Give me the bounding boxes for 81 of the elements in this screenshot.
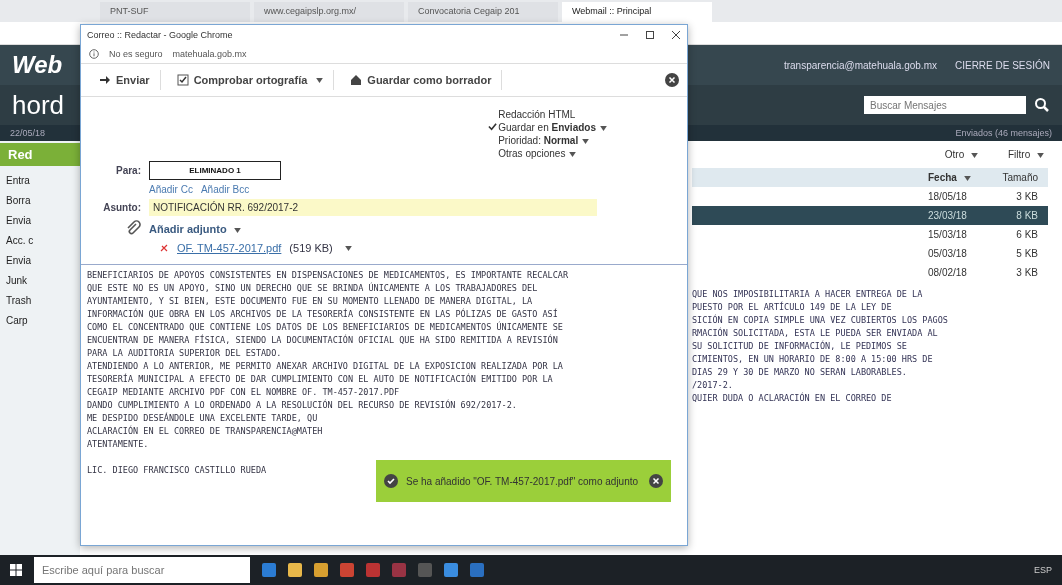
browser-tab[interactable]: Webmail :: Principal: [562, 2, 712, 22]
preview-line: SU SOLICITUD DE INFORMACIÓN, LE PEDIMOS SE: [692, 340, 908, 353]
preview-line: RMACIÓN SOLICITADA, ESTA LE PUEDA SER ENVIADA AL: [692, 327, 939, 340]
add-cc-link[interactable]: Añadir Cc: [149, 184, 193, 195]
add-attachment-link[interactable]: Añadir adjunto: [149, 223, 241, 235]
message-row[interactable]: 18/05/18 3 KB: [692, 187, 1048, 206]
search-field[interactable]: Buscar Mensajes: [864, 96, 1026, 114]
taskbar-search-field[interactable]: Escribe aquí para buscar: [34, 557, 250, 583]
close-icon[interactable]: [671, 30, 681, 40]
url-text: matehuala.gob.mx: [172, 49, 247, 59]
message-row[interactable]: 23/03/18 8 KB: [692, 206, 1048, 225]
preview-line: SICIÓN EN COPIA SIMPLE UNA VEZ CUBIERTOS LOS PAGOS: [692, 314, 949, 327]
add-bcc-link[interactable]: Añadir Bcc: [200, 184, 250, 195]
preview-line: PUESTO POR EL ARTÍCULO 149 DE LA LEY DE: [692, 301, 893, 314]
field-label: Asunto:: [102, 202, 141, 213]
info-icon[interactable]: [89, 49, 99, 59]
folder-item[interactable]: Junk: [0, 275, 80, 286]
paperclip-icon: [125, 220, 141, 236]
windows-icon[interactable]: [10, 564, 22, 576]
column-heading[interactable]: Tamaño: [998, 172, 1038, 183]
list-menu[interactable]: Filtro: [1008, 149, 1044, 160]
preview-line: QUE NOS IMPOSIBILITARIA A HACER ENTREGA DE LA: [692, 288, 924, 301]
preview-line: /2017-2.: [692, 379, 734, 392]
brand-logo: hord: [12, 89, 65, 121]
attachment-link[interactable]: OF. TM-457-2017.pdf: [177, 242, 282, 254]
browser-tab[interactable]: PNT-SUF: [100, 2, 250, 22]
folder-item[interactable]: Envia: [0, 255, 80, 266]
message-row[interactable]: 08/02/18 3 KB: [692, 263, 1048, 282]
caret-icon: [233, 227, 241, 233]
language-indicator[interactable]: ESP: [1034, 565, 1052, 575]
check-icon: [384, 474, 398, 488]
security-label[interactable]: No es seguro: [109, 49, 163, 59]
compose-option[interactable]: Redacción HTML: [488, 109, 607, 120]
maximize-icon[interactable]: [645, 30, 655, 40]
caret-icon: [1037, 152, 1044, 158]
close-icon[interactable]: [665, 73, 679, 87]
caret-icon: [316, 77, 324, 83]
folder-item[interactable]: Trash: [0, 295, 80, 306]
checkbox-icon: [176, 74, 189, 86]
message-row[interactable]: 05/03/18 5 KB: [692, 244, 1048, 263]
arrow-icon: [99, 74, 111, 86]
field-label: Para:: [115, 165, 141, 176]
taskbar-app-icon[interactable]: [470, 563, 484, 577]
preview-line: DIAS 29 Y 30 DE MARZO NO SERAN LABORABLES.: [692, 366, 908, 379]
caret-icon[interactable]: [344, 245, 352, 251]
taskbar-app-icon[interactable]: [366, 563, 380, 577]
folder-item[interactable]: Entra: [0, 175, 80, 186]
logout-link[interactable]: CIERRE DE SESIÓN: [954, 59, 1050, 71]
current-date: 22/05/18: [10, 128, 46, 138]
column-heading[interactable]: Fecha: [928, 172, 998, 183]
taskbar-app-icon[interactable]: [262, 563, 276, 577]
notification-text: Se ha añadido "OF. TM-457-2017.pdf" como adjunto: [406, 475, 640, 487]
folder-title: Enviados (46 mensajes): [955, 128, 1052, 138]
search-icon[interactable]: [1034, 97, 1050, 113]
list-menu[interactable]: Otro: [944, 149, 978, 160]
folder-item[interactable]: Borra: [0, 195, 80, 206]
caret-icon: [971, 152, 978, 158]
attachment-size: (519 KB): [289, 242, 333, 254]
user-email[interactable]: transparencia@matehuala.gob.mx: [783, 59, 937, 71]
browser-tab[interactable]: Convocatoria Cegaip 201: [408, 2, 558, 22]
subject-field[interactable]: NOTIFICACIÓN RR. 692/2017-2: [149, 199, 597, 216]
taskbar-app-icon[interactable]: [288, 563, 302, 577]
compose-option[interactable]: Guardar en Enviados: [488, 122, 607, 133]
folder-item[interactable]: Carp: [0, 315, 80, 326]
close-icon[interactable]: [649, 474, 663, 488]
webmail-logo: Web: [12, 51, 63, 79]
compose-option[interactable]: Prioridad: Normal: [488, 135, 607, 146]
preview-line: QUIER DUDA O ACLARACIÓN EN EL CORREO DE: [692, 392, 893, 405]
taskbar-app-icon[interactable]: [444, 563, 458, 577]
compose-option[interactable]: Otras opciones: [488, 148, 607, 159]
browser-tab[interactable]: www.cegaipslp.org.mx/: [254, 2, 404, 22]
message-row[interactable]: 15/03/18 6 KB: [692, 225, 1048, 244]
window-title: Correo :: Redactar - Google Chrome: [87, 30, 233, 40]
folder-item[interactable]: Envia: [0, 215, 80, 226]
preview-line: CIMIENTOS, EN UN HORARIO DE 8:00 A 15:00 HRS DE: [692, 353, 934, 366]
taskbar-app-icon[interactable]: [314, 563, 328, 577]
checkmark-icon: [488, 122, 498, 131]
recipient-field[interactable]: ELIMINADO 1: [149, 161, 281, 180]
folder-item[interactable]: Acc. c: [0, 235, 80, 246]
caret-icon: [963, 175, 971, 181]
taskbar-app-icon[interactable]: [340, 563, 354, 577]
